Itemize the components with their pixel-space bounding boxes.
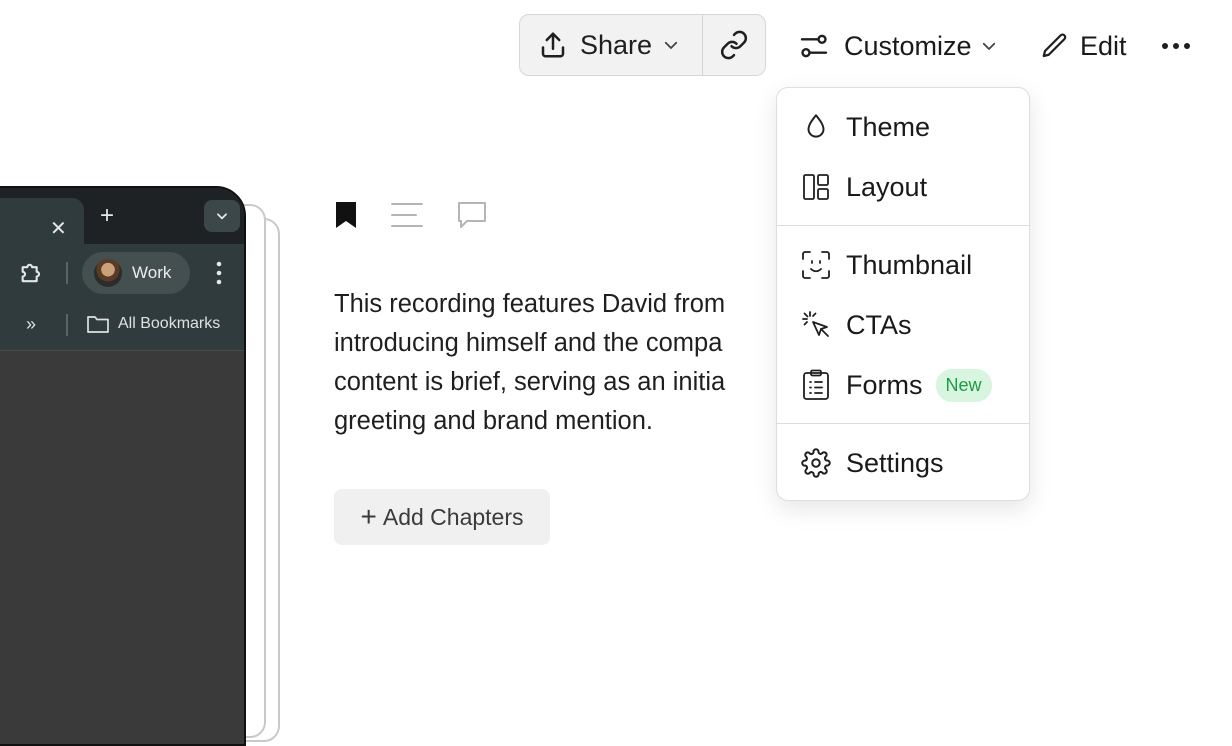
customize-label: Customize (844, 30, 972, 61)
more-vertical-icon[interactable] (216, 261, 222, 285)
menu-item-theme[interactable]: Theme (777, 98, 1029, 156)
chevron-down-icon (662, 36, 680, 54)
browser-active-tab[interactable]: ✕ (0, 198, 84, 244)
text-lines-icon[interactable] (390, 200, 424, 230)
menu-divider (777, 225, 1029, 226)
menu-item-label: Forms (846, 369, 923, 400)
new-badge: New (935, 368, 992, 402)
summary-line: introducing himself and the compa (334, 329, 723, 357)
profile-chip[interactable]: Work (82, 252, 190, 294)
folder-icon (86, 314, 110, 334)
avatar (94, 259, 122, 287)
menu-item-layout[interactable]: Layout (777, 158, 1029, 216)
menu-item-ctas[interactable]: CTAs (777, 296, 1029, 354)
menu-item-label: Theme (846, 111, 931, 142)
comment-icon[interactable] (456, 200, 488, 230)
summary-line: This recording features David from (334, 290, 726, 318)
tab-search-button[interactable] (204, 200, 240, 232)
summary-line: content is brief, serving as an initia (334, 368, 726, 396)
menu-item-label: Layout (846, 171, 928, 202)
edit-label: Edit (1080, 30, 1127, 61)
customize-button[interactable]: Customize (798, 22, 998, 70)
menu-item-settings[interactable]: Settings (777, 434, 1029, 492)
edit-button[interactable]: Edit (1040, 22, 1127, 70)
summary-line: greeting and brand mention. (334, 407, 653, 435)
share-label: Share (580, 29, 653, 60)
chevron-down-icon (980, 37, 998, 55)
layout-icon (801, 172, 831, 202)
face-scan-icon (801, 250, 831, 280)
view-mode-icons (334, 200, 520, 230)
menu-item-label: Thumbnail (846, 249, 973, 280)
menu-divider (777, 423, 1029, 424)
menu-item-label: CTAs (846, 309, 912, 340)
add-chapters-label: Add Chapters (382, 503, 524, 530)
browser-tabstrip: ✕ + (0, 188, 244, 244)
summary-text: This recording features David from intro… (334, 285, 804, 441)
chevron-down-icon (215, 209, 229, 223)
plus-icon: + (360, 501, 377, 532)
more-horizontal-icon (1161, 41, 1191, 51)
gear-icon (801, 448, 831, 478)
plus-icon[interactable]: + (100, 202, 114, 230)
bookmarks-bar: » All Bookmarks (0, 302, 244, 351)
toolbar-divider (66, 262, 68, 284)
bookmarks-divider (66, 314, 68, 336)
menu-item-forms[interactable]: Forms New (777, 356, 1029, 414)
browser-toolbar: Work (0, 244, 244, 302)
copy-link-button[interactable] (703, 15, 765, 75)
sliders-icon (798, 30, 830, 62)
puzzle-icon[interactable] (18, 259, 46, 287)
menu-item-label: Settings (846, 447, 944, 478)
bookmark-icon[interactable] (334, 200, 358, 230)
browser-preview: ✕ + Work » All Bookmarks (0, 186, 246, 746)
share-button-group: Share (519, 14, 766, 76)
menu-item-thumbnail[interactable]: Thumbnail (777, 236, 1029, 294)
chevron-double-right-icon[interactable]: » (26, 314, 36, 335)
more-options-button[interactable] (1160, 30, 1192, 62)
add-chapters-button[interactable]: + Add Chapters (334, 489, 550, 545)
link-icon (719, 30, 749, 60)
pencil-icon (1040, 31, 1070, 61)
clipboard-icon (801, 369, 831, 400)
droplet-icon (801, 112, 831, 142)
upload-icon (538, 30, 568, 60)
close-icon[interactable]: ✕ (50, 216, 67, 241)
cursor-click-icon (801, 310, 831, 340)
all-bookmarks-label: All Bookmarks (118, 315, 221, 332)
all-bookmarks-button[interactable]: All Bookmarks (86, 314, 220, 334)
share-button[interactable]: Share (520, 15, 703, 75)
profile-label: Work (132, 263, 172, 282)
customize-menu: Theme Layout Thumbnail CTAs Forms New Se… (776, 87, 1030, 501)
